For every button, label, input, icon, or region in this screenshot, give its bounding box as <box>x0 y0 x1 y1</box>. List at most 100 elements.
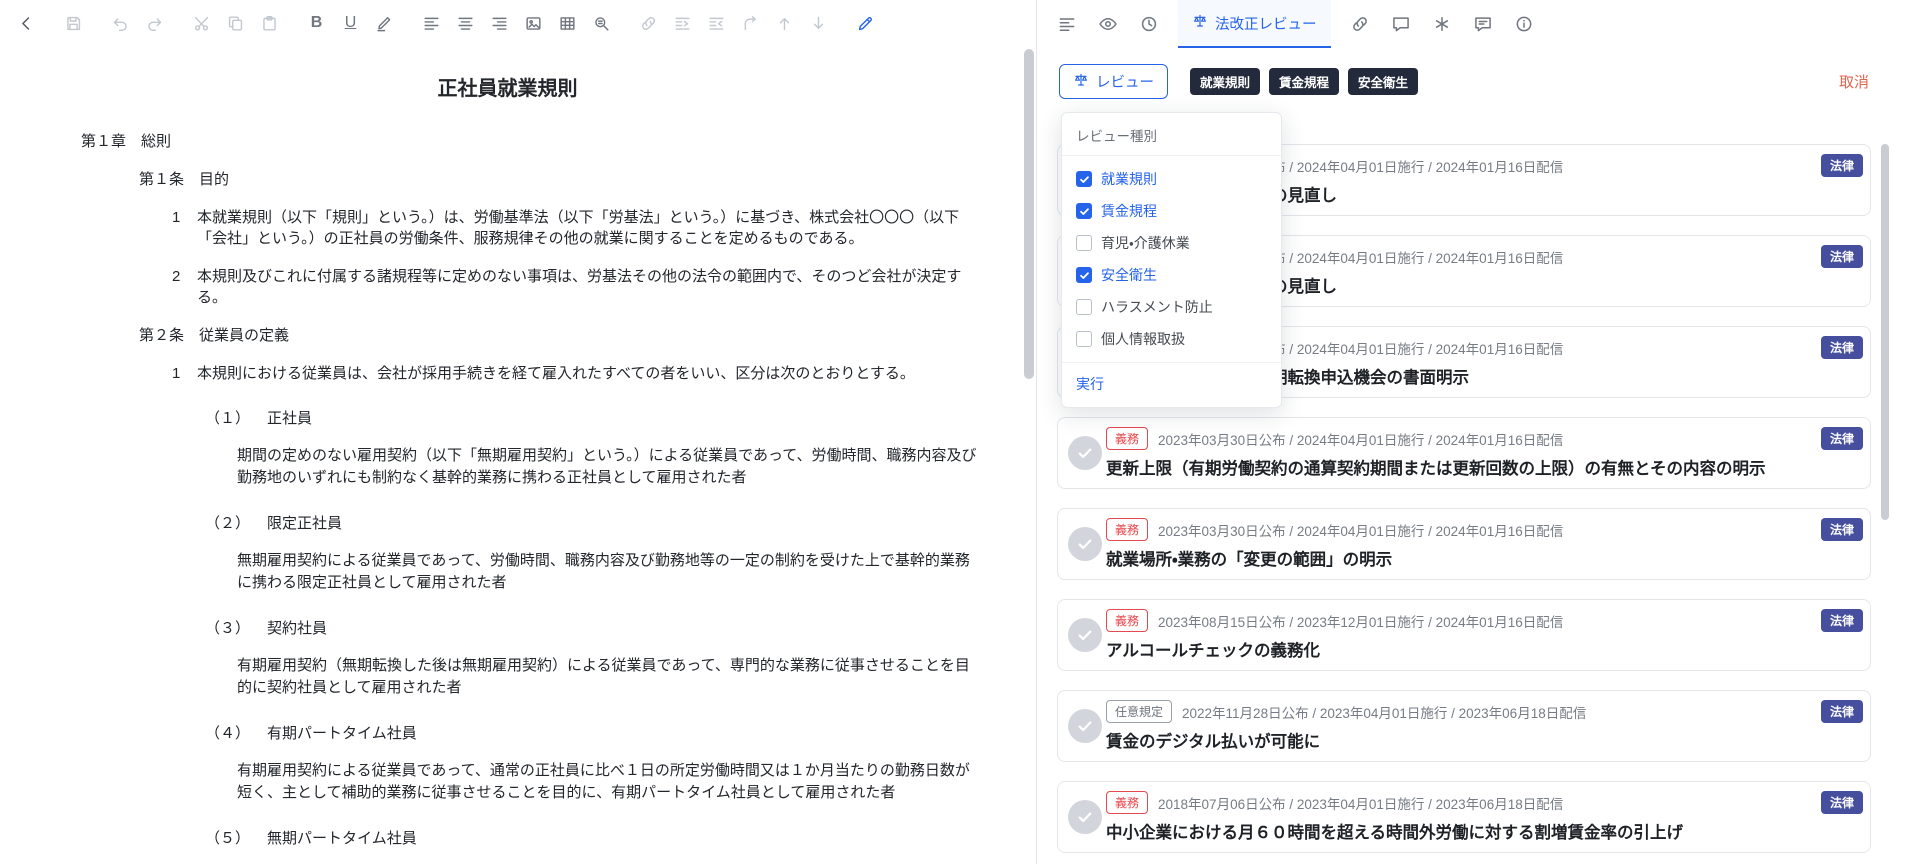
filter-option[interactable]: 個人情報取扱 <box>1062 323 1281 355</box>
document-editor-pane: BU 正社員就業規則 第１章 総則第１条 目的 1本就業規則（以下「規則」という。… <box>0 0 1037 864</box>
dropdown-options: 就業規則賃金規程育児・介護休業安全衛生ハラスメント防止個人情報取扱 <box>1062 156 1281 362</box>
asterisk-icon[interactable] <box>1425 7 1459 41</box>
document-title[interactable]: 正社員就業規則 <box>81 72 934 101</box>
check-circle-icon <box>1068 800 1102 834</box>
cancel-button[interactable]: 取消 <box>1839 71 1869 92</box>
document-item-heading[interactable]: （４）有期パートタイム社員 <box>205 723 982 744</box>
underline-icon[interactable]: U <box>334 7 367 40</box>
checkbox-icon[interactable] <box>1076 331 1092 347</box>
history-icon[interactable] <box>1132 7 1166 41</box>
checkbox-icon[interactable] <box>1076 299 1092 315</box>
document-paragraph[interactable]: 1本就業規則（以下「規則」という。）は、労働基準法（以下「労基法」という。）に基… <box>170 207 982 249</box>
document-scrollbar[interactable] <box>1024 46 1034 864</box>
filter-option[interactable]: 就業規則 <box>1062 163 1281 195</box>
scales-icon <box>1192 13 1208 33</box>
filter-option[interactable]: 安全衛生 <box>1062 259 1281 291</box>
checkbox-icon[interactable] <box>1076 171 1092 187</box>
paragraph-number: 1 <box>172 363 180 384</box>
edit-pencil-icon[interactable] <box>849 7 882 40</box>
filter-option[interactable]: ハラスメント防止 <box>1062 291 1281 323</box>
review-item-title: 賃金のデジタル払いが可能に <box>1106 728 1780 752</box>
document-body: 第１章 総則第１条 目的 1本就業規則（以下「規則」という。）は、労働基準法（以下… <box>81 131 982 864</box>
document-item-heading[interactable]: （３）契約社員 <box>205 618 982 639</box>
copy-icon[interactable] <box>219 7 252 40</box>
tab-law-revision-review[interactable]: 法改正レビュー <box>1178 0 1331 48</box>
document-detail-text[interactable]: 無期雇用契約による従業員であって、労働時間、職務内容及び勤務地等の一定の制約を受… <box>237 550 982 594</box>
review-list-scrollbar[interactable] <box>1881 144 1889 744</box>
document-detail-text[interactable]: 有期雇用契約（無期転換した後は無期雇用契約）による従業員であって、専門的な業務に… <box>237 655 982 699</box>
document-paragraph[interactable]: 2本規則及びこれに付属する諸規程等に定めのない事項は、労基法その他の法令の範囲内… <box>170 266 982 308</box>
info-icon[interactable] <box>1507 7 1541 41</box>
toolbar-group <box>57 7 90 40</box>
editor-toolbar: BU <box>0 0 1036 46</box>
checkbox-icon[interactable] <box>1076 267 1092 283</box>
align-left-icon[interactable] <box>415 7 448 40</box>
review-item-card[interactable]: 義務2023年08月15日公布 / 2023年12月01日施行 / 2024年0… <box>1057 599 1871 671</box>
review-item-meta: 任意規定2022年11月28日公布 / 2023年04月01日施行 / 2023… <box>1106 700 1780 723</box>
law-badge: 法律 <box>1821 791 1863 814</box>
table-icon[interactable] <box>551 7 584 40</box>
eye-icon[interactable] <box>1091 7 1125 41</box>
scales-icon <box>1073 72 1089 92</box>
document-article-text[interactable]: 第１条 目的 <box>139 169 982 190</box>
comment-icon[interactable] <box>1384 7 1418 41</box>
document-paragraph[interactable]: 1本規則における従業員は、会社が採用手続きを経て雇入れたすべての者をいい、区分は… <box>170 363 982 384</box>
review-item-meta: 義務2023年03月30日公布 / 2024年04月01日施行 / 2024年0… <box>1106 427 1780 450</box>
cut-icon[interactable] <box>185 7 218 40</box>
paste-icon[interactable] <box>253 7 286 40</box>
review-tags: 就業規則賃金規程安全衛生 <box>1190 68 1418 95</box>
document-detail-text[interactable]: 期間の定めのない雇用契約（以下「無期雇用契約」という。）による従業員であって、労… <box>237 445 982 489</box>
review-item-card[interactable]: 義務2018年07月06日公布 / 2023年04月01日施行 / 2023年0… <box>1057 781 1871 853</box>
doc-search-icon[interactable] <box>585 7 618 40</box>
obligation-badge: 義務 <box>1106 791 1148 814</box>
document-scrollbar-thumb[interactable] <box>1024 49 1034 379</box>
align-right-icon[interactable] <box>483 7 516 40</box>
filter-option[interactable]: 育児・介護休業 <box>1062 227 1281 259</box>
move-up-icon[interactable] <box>768 7 801 40</box>
back-icon[interactable] <box>10 7 43 40</box>
menu-lines-icon[interactable] <box>1050 7 1084 41</box>
tab-label: 法改正レビュー <box>1215 13 1317 34</box>
paragraph-number: （１） <box>205 408 250 429</box>
save-icon[interactable] <box>57 7 90 40</box>
merge-icon[interactable] <box>734 7 767 40</box>
review-header: レビュー 就業規則賃金規程安全衛生 取消 <box>1037 48 1917 99</box>
toolbar-group <box>415 7 618 40</box>
review-button[interactable]: レビュー <box>1059 64 1168 99</box>
review-item-card[interactable]: 義務2023年03月30日公布 / 2024年04月01日施行 / 2024年0… <box>1057 417 1871 489</box>
image-icon[interactable] <box>517 7 550 40</box>
paragraph-text: 正社員 <box>267 408 312 429</box>
document-chapter-text[interactable]: 第１章 総則 <box>81 131 982 152</box>
align-center-icon[interactable] <box>449 7 482 40</box>
undo-icon[interactable] <box>104 7 137 40</box>
document-area[interactable]: 正社員就業規則 第１章 総則第１条 目的 1本就業規則（以下「規則」という。）は、… <box>0 46 1022 864</box>
highlighter-icon[interactable] <box>368 7 401 40</box>
document-item-heading[interactable]: （５）無期パートタイム社員 <box>205 828 982 849</box>
checkbox-icon[interactable] <box>1076 235 1092 251</box>
law-badge: 法律 <box>1821 154 1863 177</box>
bold-icon[interactable]: B <box>300 7 333 40</box>
move-down-icon[interactable] <box>802 7 835 40</box>
review-item-card[interactable]: 義務2023年03月30日公布 / 2024年04月01日施行 / 2024年0… <box>1057 508 1871 580</box>
link-icon[interactable] <box>632 7 665 40</box>
chat-icon[interactable] <box>1466 7 1500 41</box>
document-item-heading[interactable]: （２）限定正社員 <box>205 513 982 534</box>
filter-option-label: ハラスメント防止 <box>1101 297 1213 317</box>
extract-row-icon[interactable] <box>700 7 733 40</box>
check-circle-icon <box>1068 709 1102 743</box>
insert-row-icon[interactable] <box>666 7 699 40</box>
execute-button[interactable]: 実行 <box>1062 362 1281 407</box>
document-item-heading[interactable]: （１） 正社員 <box>205 408 982 429</box>
document-detail-text[interactable]: 有期雇用契約による従業員であって、通常の正社員に比べ１日の所定労働時間又は１か月… <box>237 760 982 804</box>
filter-option[interactable]: 賃金規程 <box>1062 195 1281 227</box>
review-item-card[interactable]: 任意規定2022年11月28日公布 / 2023年04月01日施行 / 2023… <box>1057 690 1871 762</box>
redo-icon[interactable] <box>138 7 171 40</box>
document-article-text[interactable]: 第２条 従業員の定義 <box>139 325 982 346</box>
checkbox-icon[interactable] <box>1076 203 1092 219</box>
link-icon[interactable] <box>1343 7 1377 41</box>
filter-option-label: 就業規則 <box>1101 169 1157 189</box>
document[interactable]: 正社員就業規則 第１章 総則第１条 目的 1本就業規則（以下「規則」という。）は、… <box>0 46 1022 864</box>
review-list-scrollbar-thumb[interactable] <box>1881 144 1889 520</box>
review-item-title: 中小企業における月６０時間を超える時間外労働に対する割増賃金率の引上げ <box>1106 819 1780 843</box>
review-item-meta: 義務2023年03月30日公布 / 2024年04月01日施行 / 2024年0… <box>1106 518 1780 541</box>
